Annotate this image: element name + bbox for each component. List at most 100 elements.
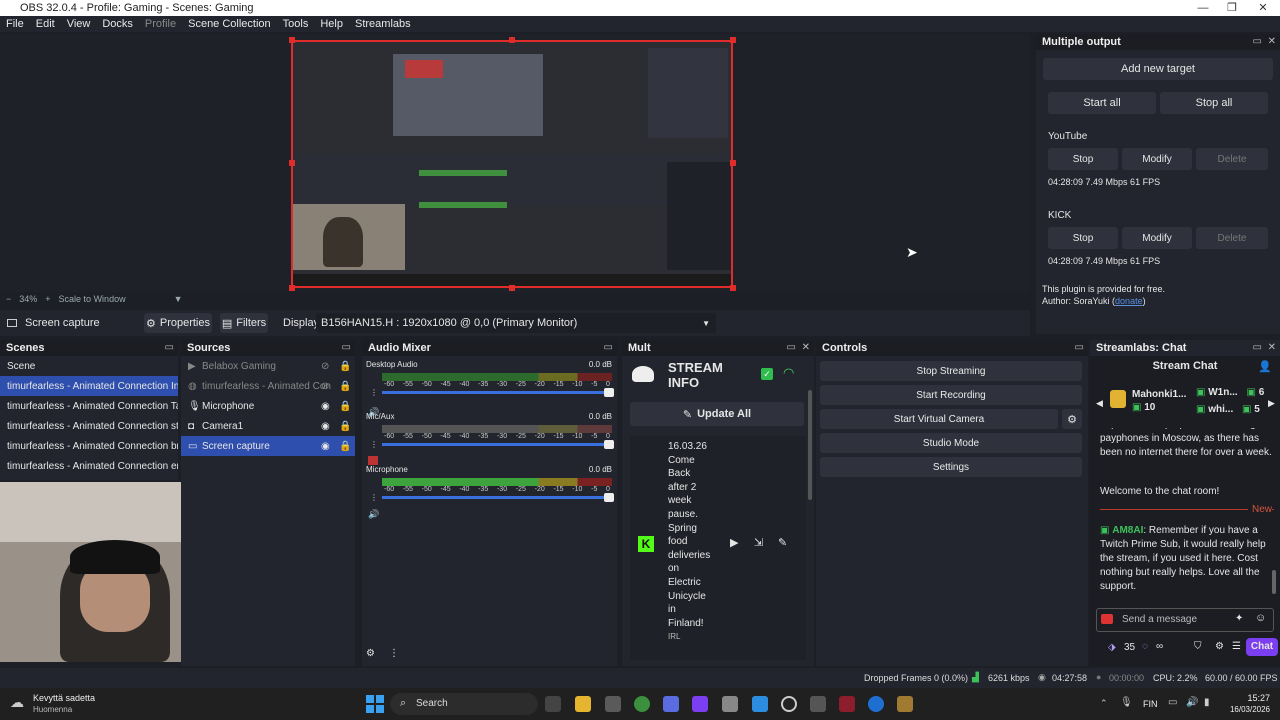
language-indicator[interactable]: FIN (1143, 699, 1158, 709)
resize-handle-tl[interactable] (289, 37, 295, 43)
scene-item[interactable]: timurfearless - Animated Connection end … (0, 456, 178, 476)
app-icon[interactable] (810, 696, 826, 712)
task-view-icon[interactable] (545, 696, 561, 712)
magic-icon[interactable]: ✦ (1235, 613, 1243, 624)
volume-icon[interactable]: 🔊 (1186, 697, 1198, 708)
scale-mode[interactable]: Scale to Window (59, 294, 126, 304)
speaker-icon[interactable]: 🔊 (368, 509, 379, 520)
scene-item[interactable]: timurfearless - Animated Connection brb … (0, 436, 178, 456)
settings-app-icon[interactable] (722, 696, 738, 712)
undock-icon[interactable]: ▭ (1253, 34, 1262, 50)
battery-icon[interactable]: ▮ (1204, 697, 1210, 708)
menu-file[interactable]: File (0, 18, 30, 30)
delete-target-button[interactable]: Delete (1196, 227, 1268, 249)
stop-target-button[interactable]: Stop (1048, 227, 1118, 249)
undock-icon[interactable]: ▭ (1075, 340, 1084, 356)
advanced-audio-icon[interactable]: ⚙ (366, 648, 375, 659)
app-icon[interactable] (692, 696, 708, 712)
volume-slider-handle[interactable] (604, 493, 614, 502)
source-item[interactable]: ◘ Camera1 ◉ 🔒 (181, 416, 355, 436)
close-icon[interactable]: ✕ (802, 340, 810, 356)
chat-input[interactable]: Send a message ✦ ☺ (1096, 608, 1274, 632)
chrome-icon[interactable] (634, 696, 650, 712)
delete-target-button[interactable]: Delete (1196, 148, 1268, 170)
menu-scene-collection[interactable]: Scene Collection (182, 18, 277, 30)
eye-icon[interactable]: ◉ (321, 421, 330, 432)
add-target-button[interactable]: Add new target (1043, 58, 1273, 80)
chevron-right-icon[interactable]: ▶ (1268, 398, 1275, 409)
eye-hidden-icon[interactable]: ⊘ (321, 361, 329, 372)
shield-icon[interactable]: ⛉ (1194, 641, 1202, 652)
menu-tools[interactable]: Tools (277, 18, 315, 30)
filters-button[interactable]: ▤ Filters (220, 313, 268, 333)
menu-view[interactable]: View (61, 18, 97, 30)
lock-icon[interactable]: 🔒 (339, 361, 351, 372)
volume-slider[interactable] (382, 440, 614, 449)
scene-item[interactable]: Scene (0, 356, 178, 376)
source-item[interactable]: ▭ Screen capture ◉ 🔒 (181, 436, 355, 456)
resize-handle-bottom[interactable] (509, 285, 515, 291)
stop-target-button[interactable]: Stop (1048, 148, 1118, 170)
source-item[interactable]: ▶ Belabox Gaming ⊘ 🔒 (181, 356, 355, 376)
app-icon[interactable] (897, 696, 913, 712)
menu-edit[interactable]: Edit (30, 18, 61, 30)
edit-icon[interactable]: ✎ (778, 536, 787, 549)
settings-button[interactable]: Settings (820, 457, 1082, 477)
eye-hidden-icon[interactable]: ⊘ (321, 381, 329, 392)
chat-scrollbar[interactable] (1272, 570, 1276, 594)
scale-dropdown-icon[interactable]: ▼ (174, 294, 183, 304)
start-recording-button[interactable]: Start Recording (820, 385, 1082, 405)
zoom-out-icon[interactable]: − (6, 294, 11, 304)
menu-help[interactable]: Help (314, 18, 349, 30)
app-icon[interactable] (605, 696, 621, 712)
scene-item[interactable]: timurfearless - Animated Connection In g… (0, 376, 178, 396)
close-icon[interactable]: ✕ (1268, 34, 1276, 50)
source-item[interactable]: 🎙 Microphone ◉ 🔒 (181, 396, 355, 416)
stop-all-button[interactable]: Stop all (1160, 92, 1268, 114)
gear-icon[interactable]: ⚙ (1215, 641, 1224, 652)
volume-slider[interactable] (382, 493, 614, 502)
obs-icon[interactable] (781, 696, 797, 712)
menu-dots-icon[interactable]: ⋮ (370, 388, 378, 397)
export-icon[interactable]: ⇲ (754, 536, 763, 549)
app-icon[interactable] (663, 696, 679, 712)
menu-docks[interactable]: Docks (96, 18, 139, 30)
update-all-button[interactable]: ✎ Update All (630, 402, 804, 426)
lock-icon[interactable]: 🔒 (339, 421, 351, 432)
resize-handle-top[interactable] (509, 37, 515, 43)
microphone-tray-icon[interactable]: 🎙 (1120, 697, 1133, 708)
app-icon[interactable] (839, 696, 855, 712)
chat-author[interactable]: AM8AI (1112, 525, 1143, 536)
close-icon[interactable]: ✕ (1246, 0, 1280, 16)
clock-time[interactable]: 15:27 (1226, 693, 1270, 703)
preview-screen-capture[interactable] (291, 40, 733, 288)
lock-icon[interactable]: 🔒 (339, 381, 351, 392)
menu-dots-icon[interactable]: ⋮ (370, 493, 378, 502)
menu-profile[interactable]: Profile (139, 18, 182, 30)
undock-icon[interactable]: ▭ (165, 340, 174, 356)
scene-item[interactable]: timurfearless - Animated Connection Talk… (0, 396, 178, 416)
volume-slider-handle[interactable] (604, 440, 614, 449)
eye-icon[interactable]: ◉ (321, 401, 330, 412)
app-icon[interactable] (868, 696, 884, 712)
undock-icon[interactable]: ▭ (1253, 340, 1262, 356)
chat-list-icon[interactable]: ☰ (1232, 641, 1241, 652)
network-icon[interactable]: ▭ (1168, 697, 1177, 708)
display-select[interactable]: B156HAN15.H : 1920x1080 @ 0,0 (Primary M… (316, 313, 716, 333)
mixer-menu-icon[interactable]: ⋮ (389, 648, 399, 659)
muted-speaker-icon[interactable] (368, 456, 378, 465)
source-item[interactable]: ◍ timurfearless - Animated Con ⊘ 🔒 (181, 376, 355, 396)
studio-mode-button[interactable]: Studio Mode (820, 433, 1082, 453)
menu-streamlabs[interactable]: Streamlabs (349, 18, 417, 30)
volume-slider[interactable] (382, 388, 614, 397)
properties-button[interactable]: ⚙ Properties (144, 313, 212, 333)
taskbar-search[interactable]: ⌕ Search (390, 693, 538, 715)
volume-slider-handle[interactable] (604, 388, 614, 397)
emoji-icon[interactable]: ☺ (1255, 612, 1266, 624)
undock-icon[interactable]: ▭ (787, 340, 796, 356)
lock-icon[interactable]: 🔒 (339, 441, 351, 452)
undock-icon[interactable]: ▭ (342, 340, 351, 356)
weather-icon[interactable]: ☁ (10, 694, 26, 710)
maximize-icon[interactable]: ❐ (1215, 0, 1249, 16)
lock-icon[interactable]: 🔒 (339, 401, 351, 412)
